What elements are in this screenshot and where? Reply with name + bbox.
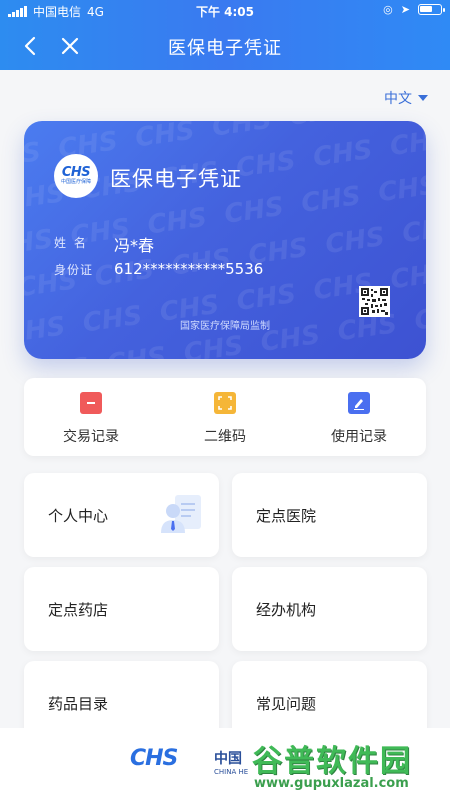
back-button[interactable]: [18, 32, 42, 60]
battery-icon: [418, 4, 445, 15]
insurance-card: CHS CHS CHS CHS CHS CHS CHS CHS CHS CHS …: [24, 121, 426, 359]
id-label: 身份证: [54, 263, 94, 277]
tile-label: 经办机构: [256, 601, 317, 619]
rotation-lock-icon: ◎: [383, 3, 393, 16]
transaction-record-icon: [80, 392, 102, 414]
tile-label: 定点药店: [48, 601, 109, 619]
language-selector[interactable]: 中文: [384, 88, 428, 108]
person-id-card-icon: [161, 495, 201, 533]
footer-org-cn: 中国: [214, 751, 242, 767]
usage-record-button[interactable]: 使用记录: [292, 378, 426, 456]
transaction-record-button[interactable]: 交易记录: [24, 378, 158, 456]
qr-code-icon: [214, 392, 236, 414]
usage-record-label: 使用记录: [331, 429, 387, 445]
chs-footer-logo: CHS: [130, 746, 178, 771]
name-label: 姓 名: [54, 236, 88, 250]
tile-label: 定点医院: [256, 507, 317, 525]
chs-logo: CHS 中国医疗保障: [54, 154, 98, 198]
id-value: 612***********5536: [114, 260, 264, 278]
card-title: 医保电子凭证: [110, 167, 242, 191]
close-icon: [61, 37, 79, 55]
language-label: 中文: [384, 91, 412, 107]
nav-bar: 医保电子凭证: [0, 26, 450, 66]
footer-org-en: CHINA HE: [214, 768, 249, 776]
footer: CHS 中国 CHINA HE 谷普软件园 www.gupuxlazal.com: [0, 728, 450, 800]
tile-designated-hospital[interactable]: 定点医院: [232, 473, 427, 557]
status-bar: 中国电信 4G 下午 4:05 ◎ ➤: [0, 0, 450, 22]
name-value: 冯*春: [114, 236, 155, 255]
card-issuer: 国家医疗保障局监制: [180, 321, 270, 332]
caret-down-icon: [418, 95, 428, 101]
tile-personal-center[interactable]: 个人中心: [24, 473, 219, 557]
chevron-left-icon: [24, 36, 36, 56]
tile-label: 药品目录: [48, 695, 109, 713]
usage-record-icon: [348, 392, 370, 414]
tile-label: 常见问题: [256, 695, 317, 713]
qr-code-button[interactable]: 二维码: [158, 378, 292, 456]
quick-actions: 交易记录 二维码 使用记录: [24, 378, 426, 456]
location-icon: ➤: [400, 3, 410, 16]
top-bar: 中国电信 4G 下午 4:05 ◎ ➤ 医保电子凭证: [0, 0, 450, 70]
tile-designated-pharmacy[interactable]: 定点药店: [24, 567, 219, 651]
tile-agency[interactable]: 经办机构: [232, 567, 427, 651]
qr-code-label: 二维码: [204, 429, 246, 445]
qr-code-icon: [361, 288, 388, 315]
tile-label: 个人中心: [48, 507, 109, 525]
transaction-record-label: 交易记录: [63, 429, 119, 445]
close-button[interactable]: [56, 32, 84, 60]
qr-code-thumbnail[interactable]: [359, 286, 390, 317]
site-watermark: 谷普软件园 www.gupuxlazal.com: [252, 744, 412, 791]
